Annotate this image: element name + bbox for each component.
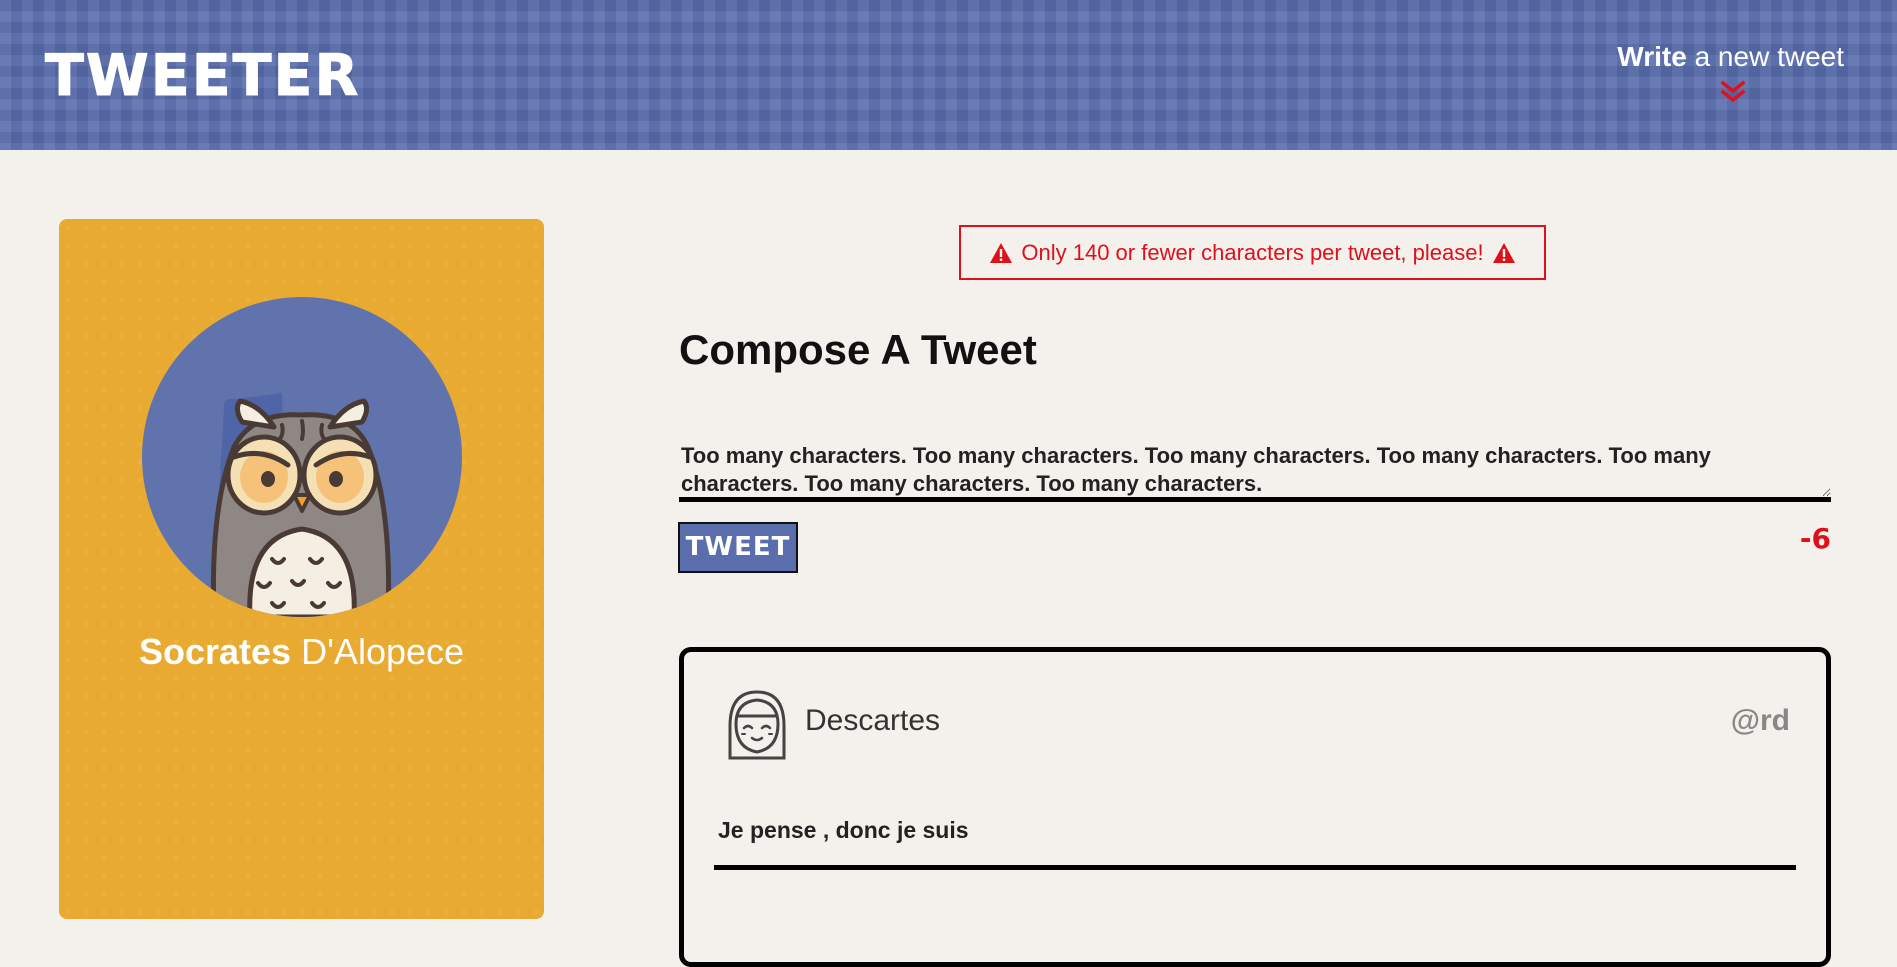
tweet-content: Je pense , donc je suis bbox=[718, 817, 969, 843]
write-label-strong: Write bbox=[1617, 41, 1687, 72]
write-label-light: a new tweet bbox=[1686, 41, 1844, 72]
double-chevron-down-icon[interactable] bbox=[1720, 80, 1746, 104]
profile-card: Socrates D'Alopece bbox=[59, 219, 544, 919]
write-new-tweet-link[interactable]: Write a new tweet bbox=[1617, 40, 1844, 74]
profile-last-name: D'Alopece bbox=[291, 631, 465, 672]
tweet-author-handle: @rd bbox=[1730, 704, 1790, 737]
tweet-textarea[interactable]: Too many characters. Too many characters… bbox=[679, 440, 1831, 502]
profile-first-name: Socrates bbox=[138, 631, 292, 672]
error-text: Only 140 or fewer characters per tweet, … bbox=[1021, 239, 1484, 265]
error-message: Only 140 or fewer characters per tweet, … bbox=[959, 225, 1546, 280]
tweet-button[interactable]: TWEET bbox=[678, 522, 798, 573]
profile-name: Socrates D'Alopece bbox=[59, 630, 544, 674]
owl-avatar-icon bbox=[210, 393, 392, 617]
nav-bar: TWEETER Write a new tweet bbox=[0, 0, 1897, 150]
brand-logo[interactable]: TWEETER bbox=[44, 46, 360, 107]
warning-triangle-icon bbox=[990, 242, 1013, 263]
avatar bbox=[142, 297, 462, 617]
tweet-card: Descartes @rd Je pense , donc je suis bbox=[679, 647, 1831, 967]
tweet-divider bbox=[714, 865, 1796, 870]
char-counter: -6 bbox=[1799, 522, 1831, 555]
girl-face-avatar-icon bbox=[728, 690, 786, 760]
tweet-author-name: Descartes bbox=[805, 704, 941, 737]
compose-title: Compose A Tweet bbox=[679, 326, 1037, 373]
warning-triangle-icon bbox=[1492, 242, 1515, 263]
